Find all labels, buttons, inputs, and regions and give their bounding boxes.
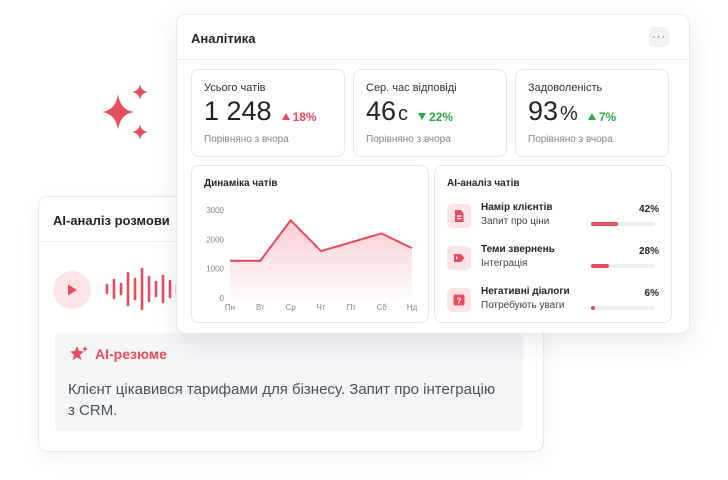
x-tick-label: Чт (317, 303, 326, 312)
more-dots-icon: ··· (652, 30, 666, 43)
chat-dynamics-chart: 0 1000 2000 3000 Пн Вт Ср Чт Пт Сб Нд (206, 206, 418, 312)
ai-panel-title: AI-аналіз чатів (447, 178, 520, 189)
document-icon (447, 204, 471, 228)
ai-summary-box: AI-резюме Клієнт цікавився тарифами для … (55, 333, 523, 431)
y-tick-label: 0 (220, 294, 225, 303)
kpi-value: 46 (366, 96, 397, 126)
question-icon: ? (447, 288, 471, 312)
ai-item-negative-dialogs[interactable]: ? Негативні діалоги Потребують уваги 6% (447, 286, 659, 318)
chat-dynamics-panel: Динаміка чатів 0 1000 2000 3000 Пн Вт Ср Чт Пт Сб… (191, 165, 429, 323)
ai-item-title: Теми звернень (481, 244, 555, 255)
ai-item-request-topics[interactable]: Теми звернень Інтеграція 28% (447, 244, 659, 276)
play-button[interactable] (53, 271, 91, 309)
kpi-label: Задоволеність (528, 82, 603, 94)
svg-text:?: ? (457, 296, 462, 305)
ai-item-title: Намір клієнтів (481, 202, 553, 213)
ai-item-customer-intent[interactable]: Намір клієнтів Запит про ціни 42% (447, 202, 659, 234)
ai-item-subtitle: Потребують уваги (481, 300, 565, 311)
y-tick-label: 2000 (206, 235, 224, 244)
x-tick-label: Нд (407, 303, 418, 312)
ai-summary-header: AI-резюме (69, 345, 167, 363)
ai-item-percent: 28% (638, 246, 659, 257)
ai-item-subtitle: Інтеграція (481, 258, 528, 269)
kpi-avg-response-time: Сер. час відповіді 46 с 22% Порівняно з … (353, 69, 507, 157)
kpi-delta: 7% (587, 109, 617, 124)
play-icon (68, 284, 77, 296)
x-tick-label: Пн (225, 303, 235, 312)
kpi-delta-value: 18% (292, 109, 317, 124)
kpi-label: Усього чатів (204, 82, 266, 94)
kpi-unit: % (560, 103, 578, 125)
kpi-delta: 22% (418, 110, 453, 124)
ai-item-title: Негативні діалоги (481, 286, 570, 297)
kpi-satisfaction: Задоволеність 93 % 7% Порівняно з вчора (515, 69, 669, 157)
kpi-delta-value: 22% (429, 109, 454, 124)
analytics-card: Аналітика ··· Усього чатів 1 248 18% Пор… (176, 14, 690, 334)
y-tick-label: 3000 (206, 206, 224, 215)
kpi-value: 1 248 (204, 96, 272, 126)
kpi-comparison: Порівняно з вчора (366, 134, 451, 145)
ai-summary-text: Клієнт цікавився тарифами для бізнесу. З… (68, 381, 496, 419)
tag-icon (447, 246, 471, 270)
ai-star-icon (70, 346, 88, 360)
x-tick-label: Сб (376, 303, 387, 312)
conversation-card-title: AI-аналіз розмови (53, 213, 170, 228)
ai-item-progress-bar (591, 306, 655, 310)
trend-up-icon (281, 113, 290, 120)
trend-up-icon (587, 113, 596, 120)
ai-item-percent: 42% (638, 204, 659, 215)
ai-item-progress-bar (591, 222, 655, 226)
kpi-comparison: Порівняно з вчора (528, 134, 613, 145)
ai-summary-title: AI-резюме (95, 346, 167, 362)
ai-item-progress-fill (591, 264, 609, 268)
ai-chat-analysis-panel: AI-аналіз чатів Намір клієнтів Запит про… (434, 165, 672, 323)
kpi-delta-value: 7% (598, 109, 617, 124)
analytics-title: Аналітика (191, 31, 256, 46)
x-tick-label: Пт (347, 303, 357, 312)
y-tick-label: 1000 (206, 265, 224, 274)
trend-down-icon (418, 113, 427, 120)
divider (177, 59, 689, 60)
sparkles-icon (102, 84, 148, 140)
kpi-comparison: Порівняно з вчора (204, 134, 289, 145)
kpi-unit: с (398, 103, 409, 125)
x-tick-label: Ср (286, 303, 297, 312)
kpi-delta: 18% (281, 109, 317, 124)
ai-item-percent: 6% (644, 288, 659, 299)
x-tick-label: Вт (256, 303, 265, 312)
audio-waveform-icon (105, 267, 179, 311)
kpi-value: 93 (528, 96, 559, 126)
ai-item-subtitle: Запит про ціни (481, 216, 550, 227)
kpi-total-chats: Усього чатів 1 248 18% Порівняно з вчора (191, 69, 345, 157)
ai-item-progress-bar (591, 264, 655, 268)
ai-item-progress-fill (591, 306, 595, 310)
series-area (230, 220, 412, 298)
more-options-button[interactable]: ··· (649, 27, 669, 47)
ai-item-progress-fill (591, 222, 618, 226)
kpi-label: Сер. час відповіді (366, 82, 457, 94)
